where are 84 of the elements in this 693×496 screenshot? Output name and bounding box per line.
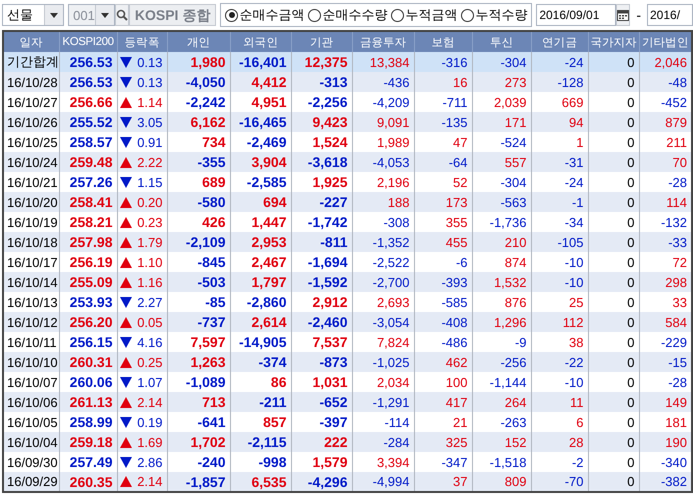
column-header[interactable]: KOSPI200 <box>59 31 117 52</box>
change-value: 2.14 <box>137 474 162 489</box>
mode-radio[interactable]: 누적금액 <box>391 6 458 24</box>
column-header[interactable]: 기타법인 <box>639 31 692 52</box>
table-row[interactable]: 16/10/28 256.53 0.13 -4,050 4,412 -313 -436 16 273 -128 0 -48 <box>3 72 692 92</box>
table-row[interactable]: 16/10/04 259.18 1.69 1,702 -2,115 222 -284 325 152 28 0 190 <box>3 432 692 452</box>
calendar-button[interactable] <box>616 4 630 26</box>
search-button[interactable] <box>114 4 129 26</box>
start-date-field[interactable]: 2016/09/01 <box>536 4 616 26</box>
end-date-field[interactable]: 2016/ <box>647 4 693 26</box>
table-row[interactable]: 16/10/27 256.66 1.14 -2,242 4,951 -2,256 -4,209 -711 2,039 669 0 -452 <box>3 92 692 112</box>
table-row[interactable]: 16/09/29 260.35 2.14 -1,857 6,535 -4,296 -4,994 37 809 -70 0 -382 <box>3 472 692 492</box>
table-row[interactable]: 16/10/11 256.15 4.16 7,597 -14,905 7,537 7,824 -486 -9 38 0 -229 <box>3 332 692 352</box>
index-name: KOSPI 종합 <box>128 4 216 26</box>
change-value: 0.91 <box>137 134 162 150</box>
column-header[interactable]: 연기금 <box>531 31 588 52</box>
radio-label: 누적수량 <box>475 6 528 24</box>
column-header[interactable]: 금융투자 <box>352 31 414 52</box>
table-row[interactable]: 16/10/06 261.13 2.14 713 -211 -652 -1,291 417 264 11 0 149 <box>3 392 692 412</box>
column-header[interactable]: 개인 <box>167 31 230 52</box>
table-cell: 260.35 <box>59 472 117 492</box>
table-cell: 0 <box>588 472 639 492</box>
table-cell: 809 <box>472 472 531 492</box>
caret-icon <box>94 5 114 25</box>
table-row[interactable]: 16/10/17 256.19 1.10 -845 2,467 -1,694 -2,522 -6 874 -10 0 72 <box>3 252 692 272</box>
change-value: 2.27 <box>137 294 162 310</box>
table-cell: -1,857 <box>167 472 230 492</box>
table-row[interactable]: 16/10/20 258.41 0.20 -580 694 -227 188 173 -563 -1 0 114 <box>3 192 692 212</box>
column-header[interactable]: 등락폭 <box>117 31 167 52</box>
table-row[interactable]: 16/10/24 259.48 2.22 -355 3,904 -3,618 -4,053 -64 557 -31 0 70 <box>3 152 692 172</box>
column-header[interactable]: 국가지자 <box>588 31 639 52</box>
table-row[interactable]: 16/10/25 258.57 0.91 734 -2,469 1,524 1,989 47 -524 1 0 211 <box>3 132 692 152</box>
change-value: 2.14 <box>137 394 162 410</box>
change-value: 0.19 <box>137 414 162 430</box>
radio-label: 순매수수량 <box>322 6 388 24</box>
table-row[interactable]: 16/10/14 255.09 1.16 -503 1,797 -1,592 -2,700 -393 1,532 -10 0 298 <box>3 272 692 292</box>
table-cell: 37 <box>414 472 472 492</box>
table-row[interactable]: 16/10/05 258.99 0.19 -641 857 -397 -114 21 -263 6 0 181 <box>3 412 692 432</box>
change-value: 0.05 <box>137 314 162 330</box>
table-cell: 6,535 <box>230 472 291 492</box>
mode-radio[interactable]: 누적수량 <box>461 6 528 24</box>
change-value: 1.14 <box>137 94 162 110</box>
column-header[interactable]: 일자 <box>3 31 59 52</box>
change-value: 0.25 <box>137 354 162 370</box>
change-value: 0.13 <box>137 74 162 90</box>
change-value: 1.16 <box>137 274 162 290</box>
change-value: 1.10 <box>137 254 162 270</box>
change-value: 4.16 <box>137 334 162 350</box>
table-row[interactable]: 16/09/30 257.49 2.86 -240 -998 1,579 3,394 -347 -1,518 -2 0 -340 <box>3 452 692 472</box>
market-dropdown[interactable]: 선물 <box>2 4 64 26</box>
column-header[interactable]: 투신 <box>472 31 531 52</box>
column-header[interactable]: 보험 <box>414 31 472 52</box>
change-value: 3.05 <box>137 114 162 130</box>
mode-radio[interactable]: 순매수금액 <box>225 6 304 24</box>
change-value: 1.07 <box>137 374 162 390</box>
table-cell: -4,296 <box>291 472 352 492</box>
change-value: 0.20 <box>137 194 162 210</box>
total-row[interactable]: 기간합계 256.53 0.13 1,980 -16,401 12,375 13,384 -316 -304 -24 0 2,046 <box>3 52 692 72</box>
change-value: 2.22 <box>137 154 162 170</box>
column-header[interactable]: 외국인 <box>230 31 291 52</box>
mode-radio[interactable]: 순매수수량 <box>308 6 388 24</box>
date-cell: 16/09/29 <box>3 472 59 492</box>
change-value: 1.15 <box>137 174 162 190</box>
table-row[interactable]: 16/10/21 257.26 1.15 689 -2,585 1,925 2,196 52 -304 -24 0 -28 <box>3 172 692 192</box>
column-header[interactable]: 기관 <box>291 31 352 52</box>
table-cell: -4,994 <box>352 472 414 492</box>
change-value: 0.23 <box>137 214 162 230</box>
change-value: 0.13 <box>137 54 162 70</box>
table-row[interactable]: 16/10/26 255.52 3.05 6,162 -16,465 9,423 9,091 -135 171 94 0 879 <box>3 112 692 132</box>
radio-label: 순매수금액 <box>239 6 304 24</box>
radio-label: 누적금액 <box>405 6 458 24</box>
table-cell: -382 <box>639 472 692 492</box>
change-value: 1.69 <box>137 434 162 450</box>
table-row[interactable]: 16/10/12 256.20 0.05 -737 2,614 -2,460 -3,054 -408 1,296 112 0 584 <box>3 312 692 332</box>
date-separator: - <box>635 7 642 23</box>
table-row[interactable]: 16/10/18 257.98 1.79 -2,109 2,953 -811 -1,352 455 210 -105 0 -33 <box>3 232 692 252</box>
table-row[interactable]: 16/10/19 258.21 0.23 426 1,447 -1,742 -308 355 -1,736 -34 0 -132 <box>3 212 692 232</box>
change-value: 2.86 <box>137 454 162 470</box>
table-row[interactable]: 16/10/13 253.93 2.27 -85 -2,860 2,912 2,693 -585 876 25 0 33 <box>3 292 692 312</box>
table-cell: -70 <box>531 472 588 492</box>
table-row[interactable]: 16/10/07 260.06 1.07 -1,089 86 1,031 2,034 100 -1,144 -10 0 -28 <box>3 372 692 392</box>
change-value: 1.79 <box>137 234 162 250</box>
caret-icon <box>44 5 64 25</box>
table-row[interactable]: 16/10/10 260.31 0.25 1,263 -374 -873 -1,025 462 -256 -22 0 -15 <box>3 352 692 372</box>
